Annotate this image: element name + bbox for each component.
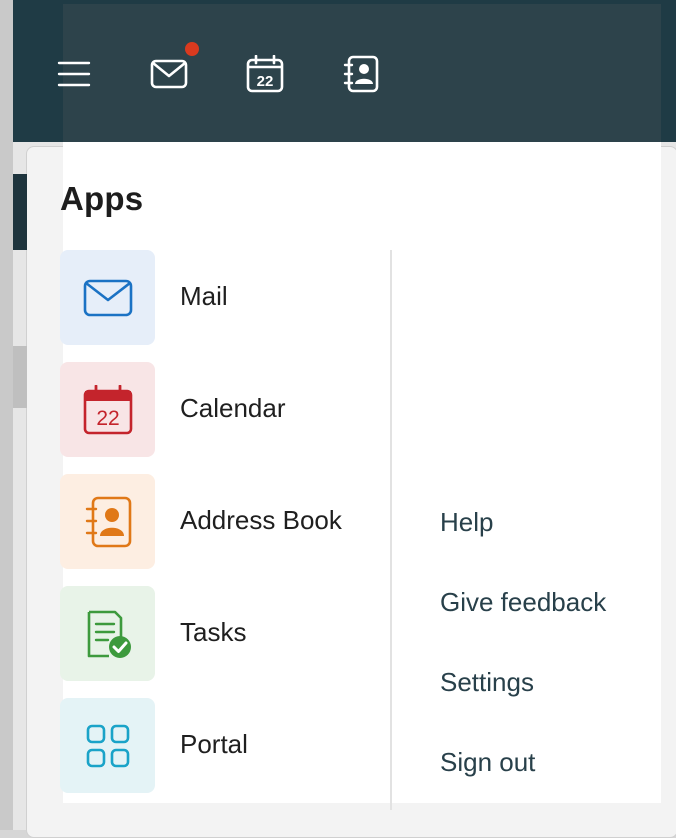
address-book-icon [343,55,379,93]
background-accent [13,174,27,250]
help-link[interactable]: Help [440,507,493,538]
panel-header: 22 [57,4,661,142]
address-book-header-button[interactable] [337,50,385,98]
app-item-mail[interactable]: Mail [60,250,390,346]
menu-button[interactable] [50,50,98,98]
app-label-portal: Portal [180,729,248,759]
mail-icon [83,279,132,316]
menu-icon [57,61,91,87]
app-item-tasks[interactable]: Tasks [60,586,390,682]
notification-badge [185,42,199,56]
app-label-tasks: Tasks [180,617,247,647]
sign-out-link[interactable]: Sign out [440,747,535,778]
mail-header-button[interactable] [145,50,193,98]
tasks-icon [87,610,131,658]
app-item-portal[interactable]: Portal [60,698,390,794]
portal-icon [86,724,129,767]
mail-tile [60,250,155,345]
portal-tile [60,698,155,793]
background-scroll-area [13,346,27,408]
app-switcher-panel: 22 Apps Mail 22 Calendar Address Book Ta… [57,4,661,810]
calendar-icon: 22 [246,55,284,93]
calendar-icon: 22 [83,384,132,434]
app-item-address-book[interactable]: Address Book [60,474,390,570]
calendar-day-number: 22 [96,407,119,430]
background-strip [0,0,13,830]
apps-heading: Apps [60,180,144,217]
calendar-day-number: 22 [257,73,274,90]
app-label-mail: Mail [180,281,228,311]
settings-link[interactable]: Settings [440,667,534,698]
calendar-header-button[interactable]: 22 [241,50,289,98]
address-book-icon [85,496,131,547]
app-label-calendar: Calendar [180,393,286,423]
panel-divider [390,250,392,810]
calendar-tile: 22 [60,362,155,457]
mail-icon [150,59,188,89]
app-item-calendar[interactable]: 22 Calendar [60,362,390,458]
app-label-address-book: Address Book [180,505,342,535]
give-feedback-link[interactable]: Give feedback [440,587,606,618]
tasks-tile [60,586,155,681]
address-book-tile [60,474,155,569]
